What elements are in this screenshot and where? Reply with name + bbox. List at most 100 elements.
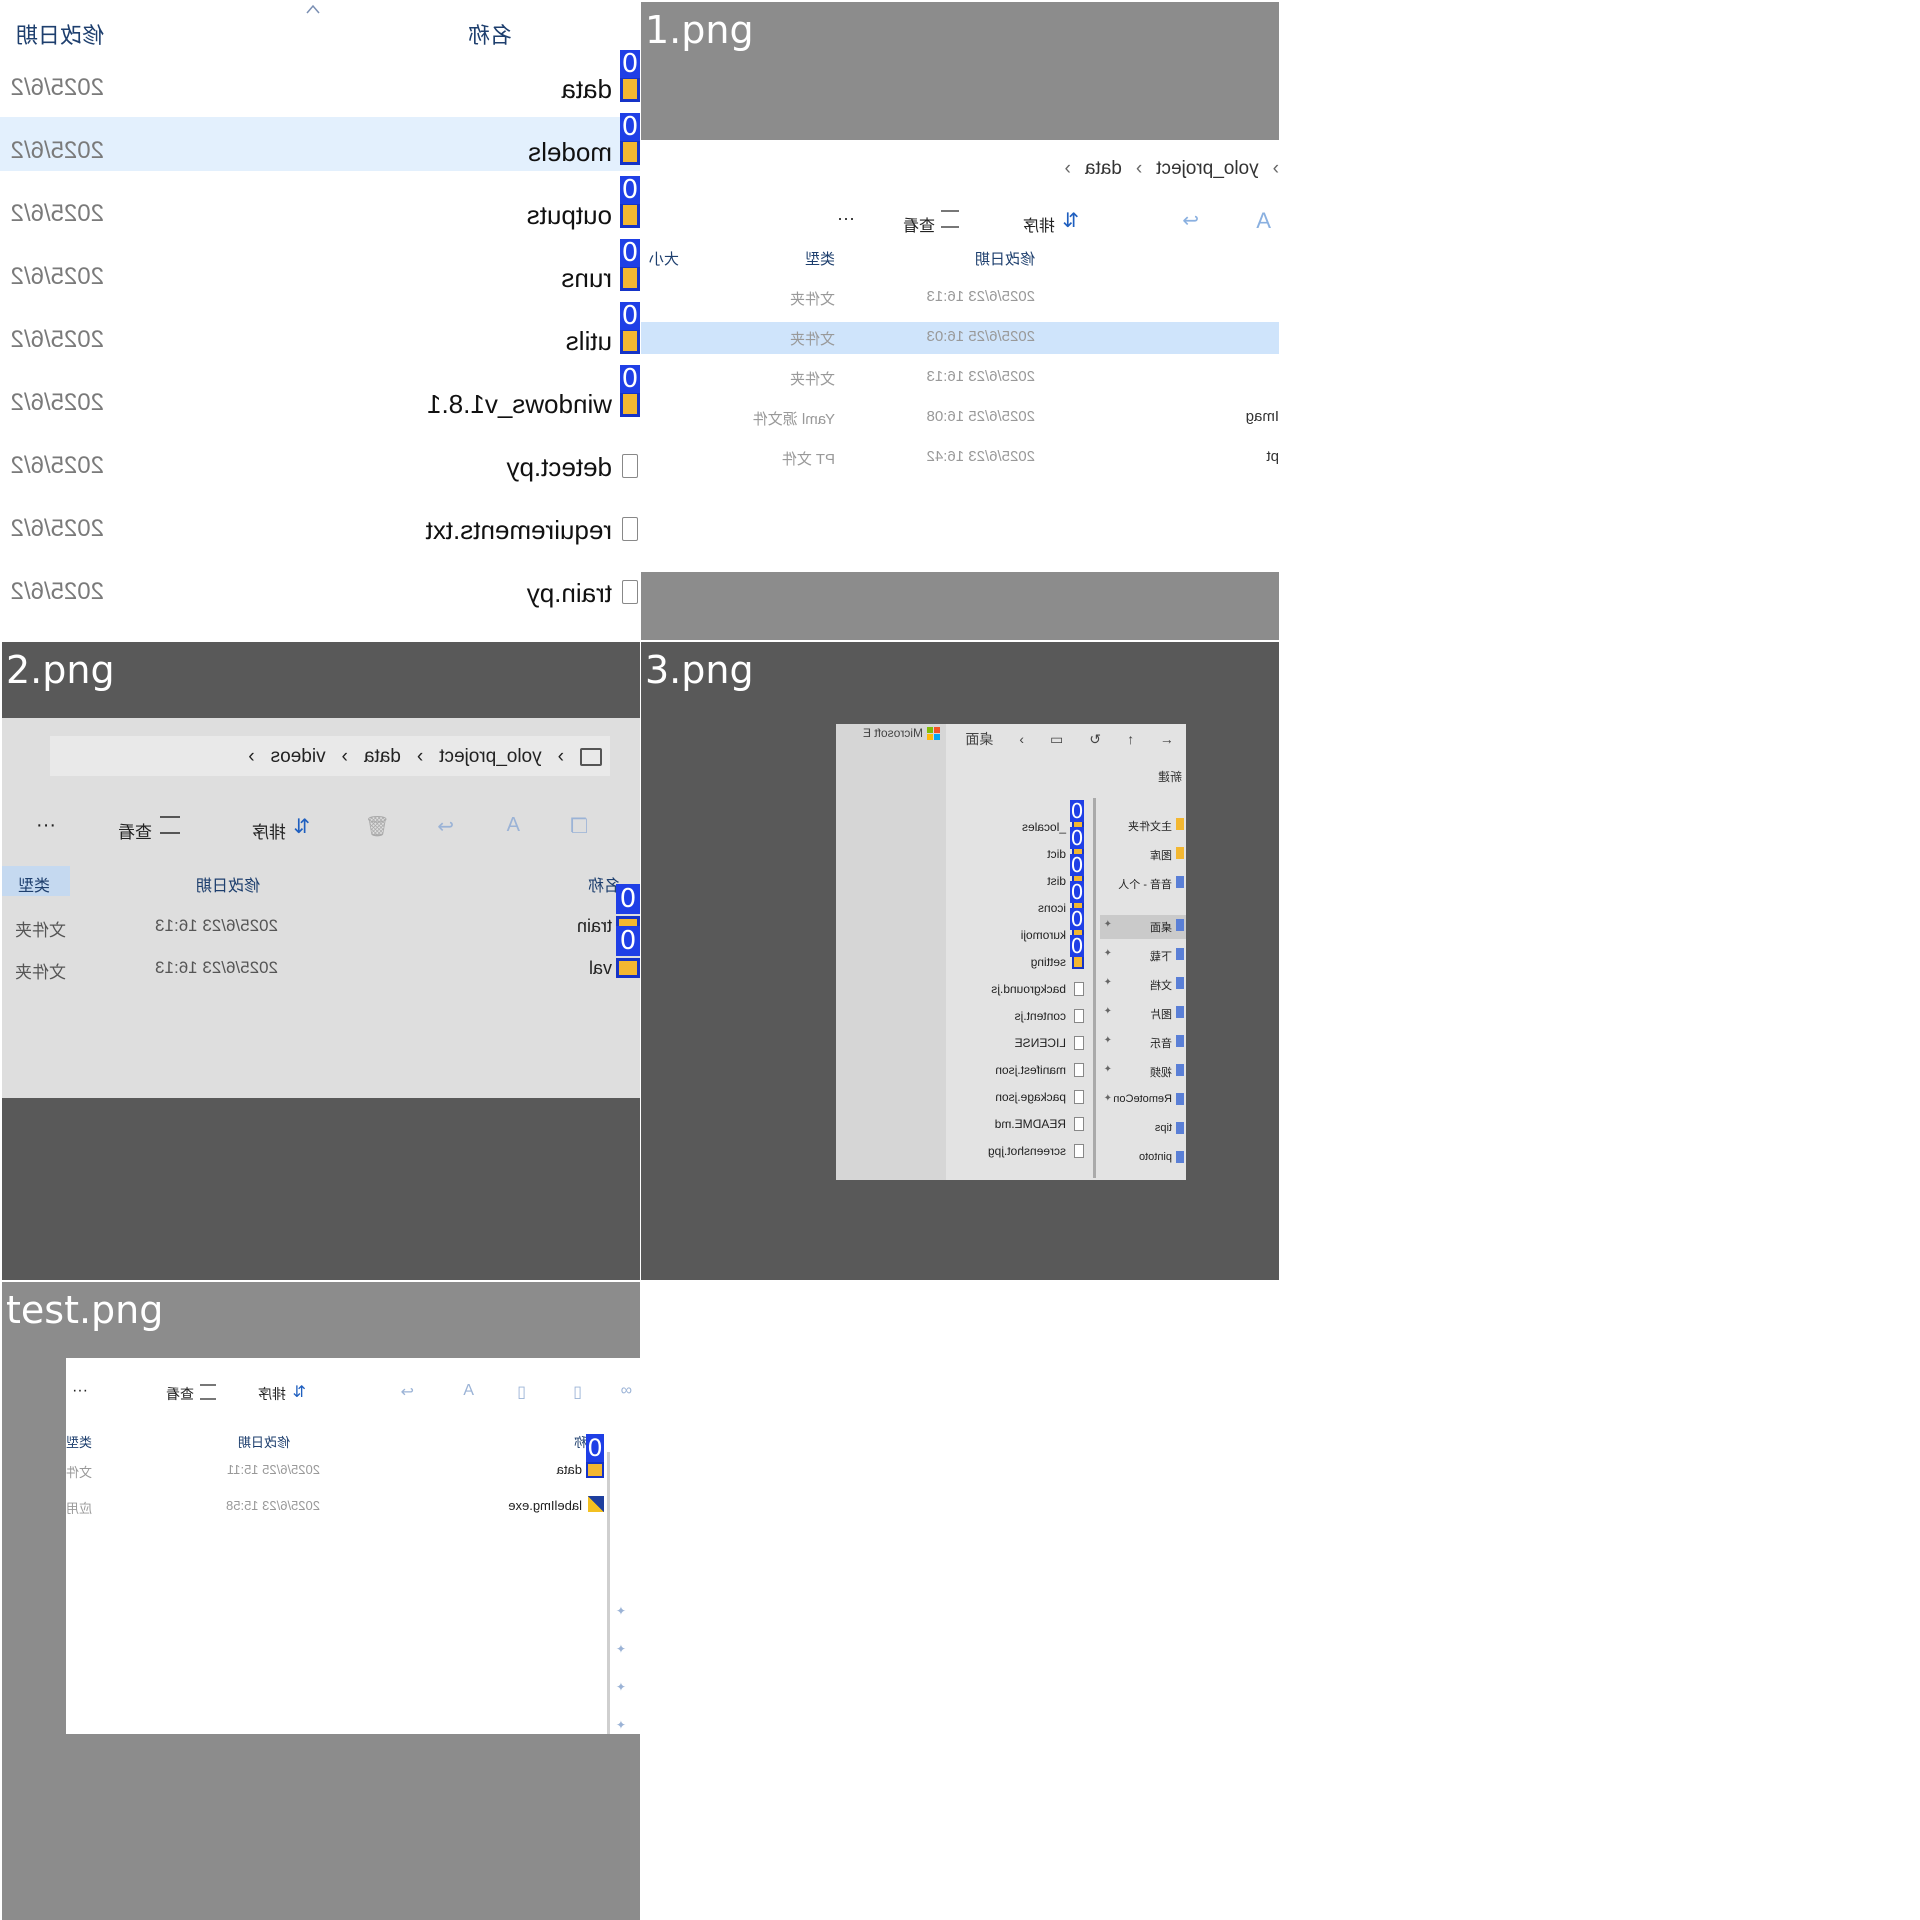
up-icon[interactable]: ↑ [1127,731,1134,747]
new-button[interactable]: 新建 [1158,768,1182,785]
item-date: 2025/6/2 [10,389,104,416]
nav-item-icon [1176,876,1184,888]
nav-item[interactable]: 音乐 [1150,1035,1172,1051]
view-button[interactable]: 查看 [118,818,152,843]
location-label[interactable]: 桌面 [965,729,993,749]
chevron-right-icon: › [1019,731,1025,747]
sort-button[interactable]: 排序 [252,818,286,843]
item-name: icons [1037,901,1066,915]
list-item[interactable] [66,1456,604,1486]
sort-button[interactable]: 排序 [1023,212,1055,236]
nav-item[interactable]: 图片 [1150,1006,1172,1022]
breadcrumb-item[interactable]: yolo_project [439,746,541,768]
nav-item[interactable]: 音音 - 个人 [1118,876,1172,892]
nav-item-icon [1176,977,1184,989]
view-button[interactable]: 查看 [166,1384,194,1404]
item-name: detect.py [506,452,612,482]
chevron-right-icon: › [1272,158,1279,179]
list-item[interactable] [946,871,1090,893]
nav-item[interactable]: 图库 [1150,847,1172,863]
nav-item-icon [1176,1064,1184,1076]
column-header-date[interactable]: 修改日期 [196,872,260,896]
detection-marker: 0 [586,1434,604,1462]
copy-icon[interactable]: ▯ [573,1382,582,1402]
item-type: 文件夹 [15,963,66,982]
item-name: dict [1047,847,1066,861]
breadcrumb-item[interactable]: yolo_project [1156,158,1258,180]
copy-icon[interactable]: ❐ [570,814,588,839]
sort-button[interactable]: 排序 [258,1384,286,1404]
nav-item[interactable]: 下载 [1150,948,1172,964]
item-name: data [556,1462,582,1477]
paste-icon[interactable]: ▯ [517,1382,526,1402]
item-name: data [561,74,612,104]
nav-item[interactable]: 桌面 [1150,919,1172,935]
tile-label: 2.png [6,648,115,692]
back-icon[interactable]: ← [1160,731,1174,747]
nav-item-icon [1176,1006,1184,1018]
rename-icon[interactable]: A [507,814,520,837]
nav-item-icon [1176,1093,1184,1105]
nav-splitter[interactable] [1093,798,1096,1178]
list-item[interactable] [946,898,1090,920]
column-header-date[interactable]: 修改日期 [975,248,1035,269]
nav-item[interactable]: 视频 [1150,1064,1172,1080]
more-button[interactable]: ··· [36,814,56,837]
more-button[interactable]: ··· [72,1382,88,1400]
item-name: labelImg.exe [508,1498,582,1513]
pin-icon: ✦ [1103,919,1112,930]
share-icon[interactable]: ↪ [1182,208,1199,233]
view-button[interactable]: 查看 [903,212,935,236]
item-date: 2025/6/23 16:13 [155,916,278,935]
item-type: 应用 [65,1501,92,1516]
more-button[interactable]: ··· [837,208,855,229]
column-header-size[interactable]: 大小 [649,248,679,269]
column-header-date[interactable]: 修改日期 [238,1432,290,1451]
sort-caret-icon [306,4,320,14]
item-name: background.js [991,982,1066,996]
nav-item[interactable]: 主文件夹 [1128,818,1172,834]
detection-marker: 0 [616,884,640,914]
mirrored-view: › yolo_project › data › A ↪ ⇅ 排序 查看 ··· … [641,140,1279,572]
share-icon[interactable]: ↪ [401,1382,414,1402]
item-date: 2025/6/2 [10,263,104,290]
nav-item[interactable]: tips [1155,1122,1172,1134]
rename-icon[interactable]: A [463,1382,474,1400]
column-header-date[interactable]: 修改日期 [16,18,104,50]
refresh-icon[interactable]: ↻ [1089,731,1101,748]
share-icon[interactable]: ↪ [437,814,454,839]
list-item[interactable] [2,908,640,944]
toolbar: ❐ A ↪ 🗑 ⇅ 排序 查看 ··· [2,808,640,848]
column-header-type[interactable]: 类型 [66,1432,92,1451]
nav-item-icon [1176,847,1184,859]
nav-item[interactable]: RemoteCon [1113,1093,1172,1105]
folder-icon [620,139,640,165]
delete-icon[interactable]: 🗑 [365,814,390,839]
list-item[interactable] [946,844,1090,866]
file-icon [1074,1036,1084,1050]
folder-icon [586,1462,604,1478]
rename-icon[interactable]: A [1256,208,1271,234]
list-item[interactable] [2,950,640,986]
cut-icon[interactable]: ∞ [621,1382,632,1400]
column-header-name[interactable]: 名称 [468,18,512,50]
list-item[interactable] [946,817,1090,839]
item-date: 2025/6/2 [10,515,104,542]
breadcrumb-item[interactable]: data [1085,158,1122,180]
breadcrumb-item[interactable]: videos [271,746,326,768]
marker-label: 0 [1070,799,1084,823]
breadcrumb-item[interactable]: data [364,746,401,768]
nav-splitter[interactable] [607,1452,610,1734]
file-icon [1074,1009,1084,1023]
column-header-type[interactable]: 类型 [18,872,50,896]
folder-icon [620,202,640,228]
nav-item[interactable]: 文档 [1150,977,1172,993]
item-name: kuromoji [1020,928,1066,942]
list-item[interactable] [946,925,1090,947]
column-header-type[interactable]: 类型 [805,248,835,269]
item-date: 2025/6/25 15:11 [226,1462,320,1477]
file-icon [1074,1090,1084,1104]
nav-item[interactable]: pintoto [1139,1151,1172,1163]
list-item[interactable] [946,952,1090,974]
marker-label: 0 [621,112,639,142]
